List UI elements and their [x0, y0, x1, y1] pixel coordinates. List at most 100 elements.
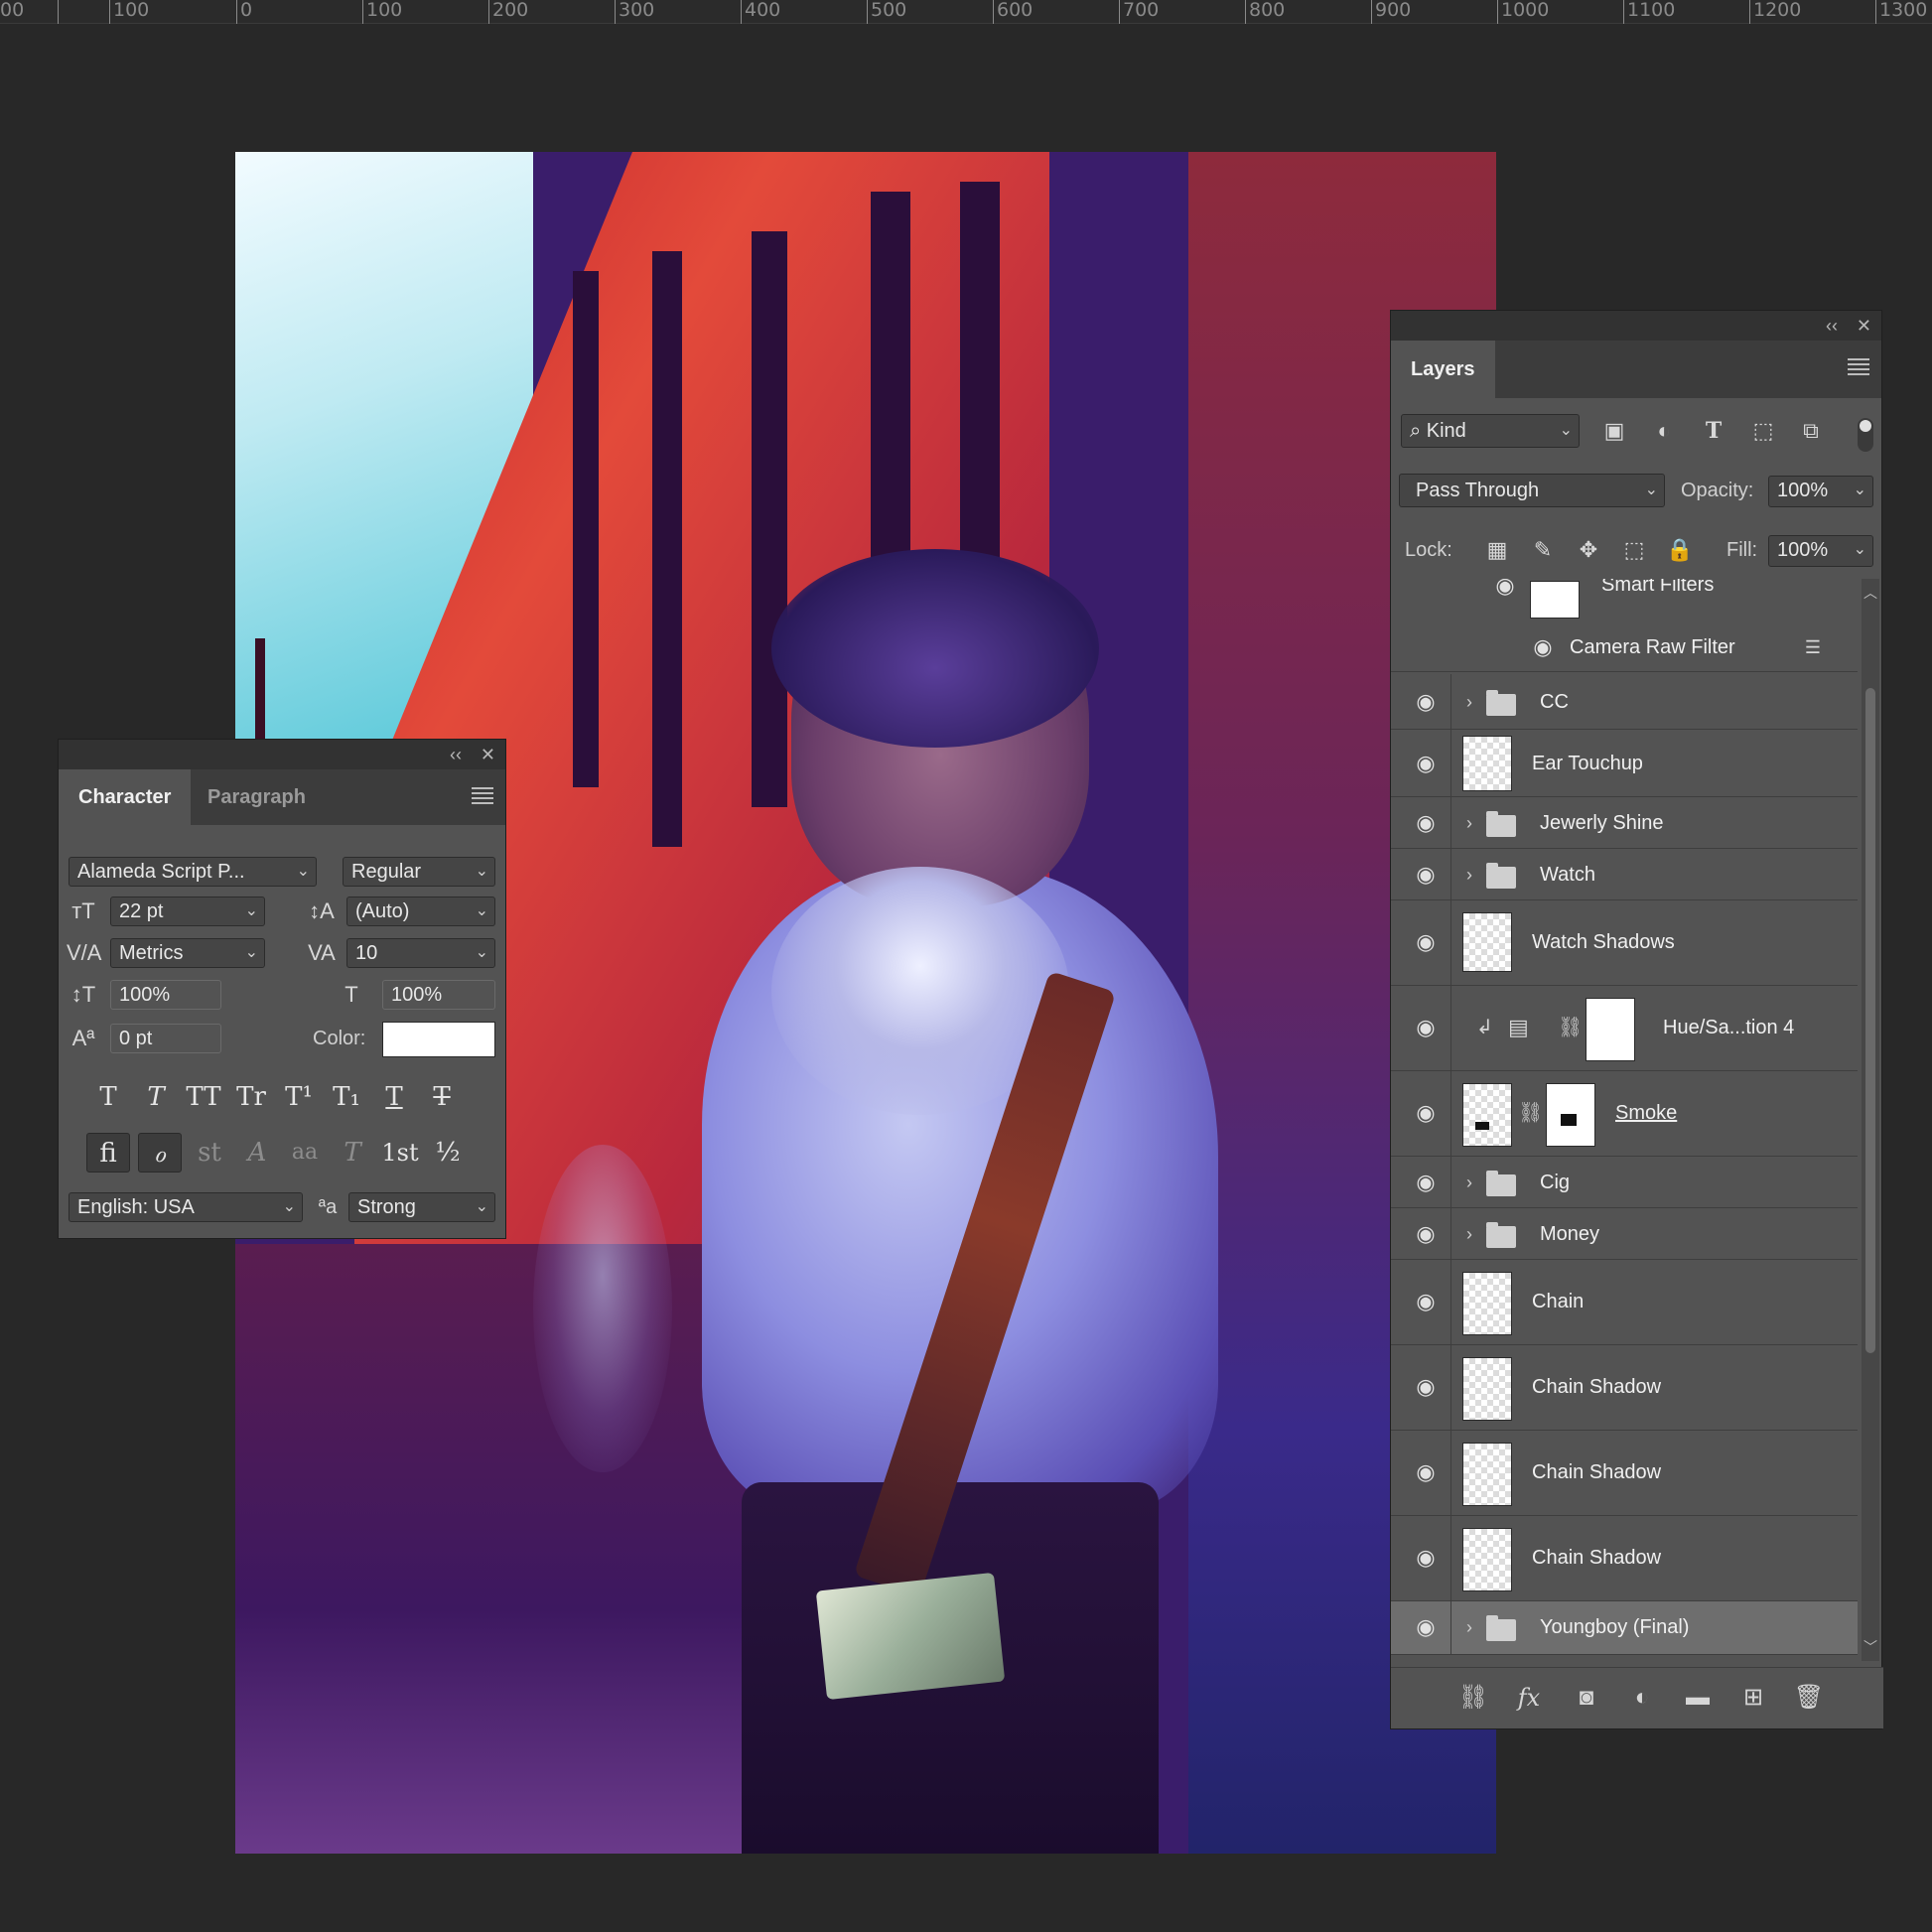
language-select[interactable]: English: USA ⌄ — [69, 1192, 303, 1222]
baseline-shift-input[interactable]: 0 pt — [110, 1024, 221, 1053]
visibility-eye-icon[interactable]: ◉ — [1411, 750, 1441, 777]
ligatures-button[interactable]: fi — [86, 1133, 130, 1173]
layer-row-pixel[interactable]: ◉ Ear Touchup — [1391, 730, 1858, 797]
layers-list[interactable]: ◉ Smart Filters ◉ Camera Raw Filter ☰ ◉ … — [1391, 579, 1883, 1661]
tab-paragraph[interactable]: Paragraph — [188, 769, 326, 825]
visibility-eye-icon[interactable]: ◉ — [1490, 579, 1520, 601]
collapse-icon[interactable]: ‹‹ — [1826, 315, 1838, 337]
titling-alternates-button[interactable]: aa — [283, 1133, 327, 1173]
pixel-filter-icon[interactable]: ▣ — [1597, 416, 1631, 446]
stylistic-alternates-button[interactable]: A — [235, 1133, 279, 1173]
faux-bold-button[interactable]: T — [88, 1077, 128, 1117]
scrollbar-thumb[interactable] — [1865, 688, 1875, 1353]
layer-row-group[interactable]: ◉ › Cig — [1391, 1157, 1858, 1208]
visibility-eye-icon[interactable]: ◉ — [1411, 1613, 1441, 1641]
layer-row-group-selected[interactable]: ◉ › Youngboy (Final) — [1391, 1601, 1858, 1655]
visibility-eye-icon[interactable]: ◉ — [1528, 632, 1558, 662]
camera-raw-filter-row[interactable]: ◉ Camera Raw Filter ☰ — [1391, 622, 1858, 672]
visibility-eye-icon[interactable]: ◉ — [1411, 928, 1441, 956]
ordinals-button[interactable]: 1st — [378, 1133, 422, 1173]
subscript-button[interactable]: T₁ — [327, 1077, 366, 1117]
font-family-select[interactable]: Alameda Script P... ⌄ — [69, 857, 317, 887]
layers-scrollbar[interactable]: ︿ ﹀ — [1862, 579, 1879, 1661]
font-size-input[interactable]: 22 pt ⌄ — [110, 897, 265, 926]
visibility-eye-icon[interactable]: ◉ — [1411, 1458, 1441, 1486]
layer-row-pixel[interactable]: ◉ Chain Shadow — [1391, 1516, 1858, 1601]
scroll-up-icon[interactable]: ︿ — [1863, 583, 1877, 603]
lock-brush-icon[interactable]: ✎ — [1528, 535, 1558, 565]
layer-row-pixel[interactable]: ◉ Chain — [1391, 1260, 1858, 1345]
layer-row-masked[interactable]: ◉ ⛓ Smoke — [1391, 1071, 1858, 1157]
all-caps-button[interactable]: TT — [184, 1077, 223, 1117]
blend-mode-select[interactable]: Pass Through ⌄ — [1399, 474, 1665, 507]
close-icon[interactable]: ✕ — [1857, 315, 1871, 337]
swash-button[interactable]: st — [188, 1133, 231, 1173]
layer-row-group[interactable]: ◉ › CC — [1391, 674, 1858, 730]
folder-icon[interactable]: ▬ — [1681, 1682, 1715, 1714]
color-swatch[interactable] — [382, 1022, 495, 1057]
fill-input[interactable]: 100% ⌄ — [1768, 535, 1873, 567]
discretionary-ligatures-button[interactable]: ℴ — [138, 1133, 182, 1173]
scroll-down-icon[interactable]: ﹀ — [1863, 1637, 1877, 1657]
tab-layers[interactable]: Layers — [1391, 341, 1495, 398]
visibility-eye-icon[interactable]: ◉ — [1411, 1373, 1441, 1401]
antialias-select[interactable]: Strong ⌄ — [348, 1192, 495, 1222]
lock-move-icon[interactable]: ✥ — [1574, 535, 1603, 565]
small-caps-button[interactable]: Tr — [231, 1077, 271, 1117]
lock-artboard-icon[interactable]: ⬚ — [1619, 535, 1649, 565]
layer-row-group[interactable]: ◉ › Jewerly Shine — [1391, 797, 1858, 849]
adjustment-filter-icon[interactable]: ◐ — [1647, 416, 1681, 446]
expand-arrow-icon[interactable]: › — [1466, 1613, 1472, 1641]
vertical-scale-input[interactable]: 100% — [110, 980, 221, 1010]
fx-icon[interactable]: fx — [1512, 1682, 1546, 1714]
expand-arrow-icon[interactable]: › — [1466, 1220, 1472, 1248]
layer-row-pixel[interactable]: ◉ Chain Shadow — [1391, 1431, 1858, 1516]
close-icon[interactable]: ✕ — [481, 744, 495, 765]
layer-row-pixel[interactable]: ◉ Chain Shadow — [1391, 1345, 1858, 1431]
strikethrough-button[interactable]: T — [422, 1077, 462, 1117]
chain-link-icon[interactable]: ⛓ — [1558, 1014, 1583, 1041]
layer-row-pixel[interactable]: ◉ Watch Shadows — [1391, 900, 1858, 986]
font-style-select[interactable]: Regular ⌄ — [343, 857, 495, 887]
visibility-eye-icon[interactable]: ◉ — [1411, 1544, 1441, 1572]
ordinals-button-alt[interactable]: T — [331, 1133, 374, 1173]
superscript-button[interactable]: T¹ — [279, 1077, 319, 1117]
visibility-eye-icon[interactable]: ◉ — [1411, 1099, 1441, 1127]
panel-titlebar[interactable]: ‹‹ ✕ — [59, 740, 505, 769]
tab-character[interactable]: Character — [59, 769, 192, 825]
horizontal-ruler[interactable]: 00 100 0 100 200 300 400 500 600 700 800… — [0, 0, 1932, 24]
panel-menu-icon[interactable] — [1848, 358, 1869, 376]
chain-link-icon[interactable]: ⛓ — [1518, 1099, 1543, 1127]
layer-row-group[interactable]: ◉ › Watch — [1391, 849, 1858, 900]
visibility-eye-icon[interactable]: ◉ — [1411, 1169, 1441, 1196]
expand-arrow-icon[interactable]: › — [1466, 809, 1472, 837]
mask-icon[interactable]: ◙ — [1570, 1682, 1603, 1714]
expand-arrow-icon[interactable]: › — [1466, 688, 1472, 716]
new-layer-icon[interactable]: ⊞ — [1736, 1682, 1770, 1714]
lock-all-icon[interactable]: 🔒 — [1665, 535, 1695, 565]
visibility-eye-icon[interactable]: ◉ — [1411, 861, 1441, 889]
adjustment-icon[interactable]: ◐ — [1625, 1682, 1659, 1714]
layer-row-group[interactable]: ◉ › Money — [1391, 1208, 1858, 1260]
filter-toggle[interactable] — [1858, 418, 1873, 452]
faux-italic-button[interactable]: T — [136, 1077, 176, 1117]
lock-transparent-icon[interactable]: ▦ — [1482, 535, 1512, 565]
fractions-button[interactable]: ½ — [426, 1133, 470, 1173]
expand-arrow-icon[interactable]: › — [1466, 861, 1472, 889]
leading-input[interactable]: (Auto) ⌄ — [346, 897, 495, 926]
collapse-icon[interactable]: ‹‹ — [450, 744, 462, 765]
panel-menu-icon[interactable] — [472, 787, 493, 805]
smart-object-filter-icon[interactable]: ⧉ — [1794, 416, 1828, 446]
visibility-eye-icon[interactable]: ◉ — [1411, 1288, 1441, 1315]
trash-icon[interactable]: 🗑 — [1792, 1682, 1826, 1714]
visibility-eye-icon[interactable]: ◉ — [1411, 1220, 1441, 1248]
type-filter-icon[interactable]: T — [1697, 416, 1730, 446]
visibility-eye-icon[interactable]: ◉ — [1411, 1014, 1441, 1041]
filter-kind-select[interactable]: ⌕ Kind ⌄ — [1401, 414, 1580, 448]
opacity-input[interactable]: 100% ⌄ — [1768, 476, 1873, 507]
kerning-select[interactable]: Metrics ⌄ — [110, 938, 265, 968]
layer-row-adjustment[interactable]: ◉ ↲ ▤ ⛓ Hue/Sa...tion 4 — [1391, 986, 1858, 1071]
visibility-eye-icon[interactable]: ◉ — [1411, 809, 1441, 837]
shape-filter-icon[interactable]: ⬚ — [1746, 416, 1780, 446]
tracking-input[interactable]: 10 ⌄ — [346, 938, 495, 968]
